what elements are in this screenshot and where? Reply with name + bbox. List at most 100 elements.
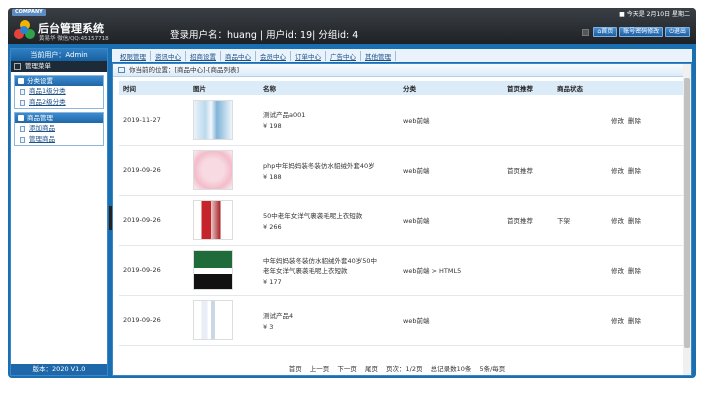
edit-link[interactable]: 修改 [611,117,624,125]
cell-status [553,295,607,346]
product-price: ¥ 177 [263,277,282,286]
delete-link[interactable]: 删除 [628,117,641,125]
col-time: 时间 [119,81,189,95]
nav-item-other[interactable]: 其他管理 [361,50,396,61]
product-thumbnail[interactable] [193,200,233,240]
pager-last[interactable]: 尾页 [365,365,378,373]
edit-link[interactable]: 修改 [611,217,624,225]
page-icon [20,126,25,132]
home-button[interactable]: ⌂首页 [593,27,618,37]
cell-name: 中年妈妈装冬装仿水貂绒外套40岁50中 老年女洋气裹袭毛呢上衣短款 ¥ 177 [259,245,399,296]
menu-icon [14,63,21,70]
cell-time: 2019-11-27 [119,95,189,146]
product-name: 50中老年女洋气裹袭毛呢上衣短款 [263,211,363,220]
sidebar-item-label: 添加商品 [29,124,55,132]
sidebar-item-category-1[interactable]: 商品1级分类 [15,86,103,97]
top-nav: 权限管理 资讯中心 招商设置 商品中心 会员中心 订单中心 广告中心 其他管理 [112,49,692,62]
cell-status: 下架 [553,195,607,246]
folder-icon [18,78,24,84]
cell-actions: 修改 删除 [607,295,687,346]
nav-item-ads[interactable]: 广告中心 [326,50,361,61]
table-row: 2019-09-26 50中老年女洋气裹袭毛呢上衣短款 ¥ 266 web前端 首… [119,195,687,246]
table-header-row: 时间 图片 名称 分类 首页推荐 商品状态 [119,81,687,95]
cell-time: 2019-09-26 [119,295,189,346]
nav-item-merchant[interactable]: 招商设置 [186,50,221,61]
product-name: 测试产品a001 [263,111,306,120]
home-label: 首页 [601,28,614,35]
nav-item-orders[interactable]: 订单中心 [291,50,326,61]
cell-category: web前端 [399,95,503,146]
pager-prev[interactable]: 上一页 [310,365,330,373]
sidebar-item-add-product[interactable]: 添加商品 [15,123,103,134]
cell-name: 50中老年女洋气裹袭毛呢上衣短款 ¥ 266 [259,195,399,246]
group-title: 商品管理 [27,114,53,122]
menu-header: 管理菜单 [11,61,107,72]
app-frame: COMPANY 后台管理系统 黄易华 微信/QQ:45157718 登录用户名：… [8,8,696,378]
delete-link[interactable]: 删除 [628,317,641,325]
cell-actions: 修改 删除 [607,145,687,196]
pager-per-page: 5条/每页 [479,365,506,373]
cell-recommend: 首页推荐 [503,195,553,246]
cell-category: web前端 [399,295,503,346]
sidebar-item-label: 商品1级分类 [29,87,66,95]
pager-next[interactable]: 下一页 [337,365,357,373]
cell-image [189,95,259,146]
logout-button[interactable]: ⏻退出 [665,27,690,37]
company-badge: COMPANY [12,9,46,16]
cell-status [553,245,607,296]
folder-icon [18,115,24,121]
nav-item-news[interactable]: 资讯中心 [151,50,186,61]
delete-link[interactable]: 删除 [628,267,641,275]
change-password-button[interactable]: 账号密码修改 [619,27,664,37]
table-row: 2019-09-26 中年妈妈装冬装仿水貂绒外套40岁50中 老年女洋气裹袭毛呢上… [119,245,687,296]
delete-link[interactable]: 删除 [628,217,641,225]
sidebar-item-category-2[interactable]: 商品2级分类 [15,97,103,108]
product-name-line2: 老年女洋气裹袭毛呢上衣短款 [263,266,348,275]
edit-link[interactable]: 修改 [611,167,624,175]
page-icon [20,89,25,95]
app-author: 黄易华 微信/QQ:45157718 [39,36,109,42]
product-price: ¥ 266 [263,222,282,231]
cell-image [189,195,259,246]
table-row: 2019-11-27 测试产品a001 ¥ 198 web前端 修改 删除 [119,95,687,146]
logout-label: 退出 [673,28,686,35]
delete-link[interactable]: 删除 [628,167,641,175]
pager-page-info: 页次：1/2页 [386,365,423,373]
product-thumbnail[interactable] [193,300,233,340]
cell-recommend [503,245,553,296]
cell-recommend [503,95,553,146]
scrollbar[interactable] [683,64,691,375]
edit-link[interactable]: 修改 [611,267,624,275]
nav-item-members[interactable]: 会员中心 [256,50,291,61]
header: COMPANY 后台管理系统 黄易华 微信/QQ:45157718 登录用户名：… [8,8,696,46]
product-thumbnail[interactable] [193,99,233,140]
cell-image [189,295,259,346]
col-image: 图片 [189,81,259,95]
nav-item-products[interactable]: 商品中心 [221,50,256,61]
fullscreen-icon[interactable] [582,28,590,36]
page-icon [20,100,25,106]
scrollbar-thumb[interactable] [684,78,690,348]
pager-first[interactable]: 首页 [289,365,302,373]
edit-link[interactable]: 修改 [611,317,624,325]
cell-category: web前端 > HTML5 [399,245,503,296]
date-text: 今天是 2月10日 星期二 [626,11,690,18]
sidebar-item-manage-products[interactable]: 管理商品 [15,134,103,145]
cell-name: 测试产品4 ¥ 3 [259,295,399,346]
page-icon [20,137,25,143]
product-thumbnail[interactable] [193,250,233,290]
product-thumbnail[interactable] [193,150,233,190]
nav-item-permissions[interactable]: 权限管理 [116,50,151,61]
sidebar-group-header[interactable]: 商品管理 [15,113,103,123]
group-title: 分类设置 [27,77,53,85]
col-status: 商品状态 [553,81,607,95]
cell-actions: 修改 删除 [607,95,687,146]
menu-title: 管理菜单 [25,62,51,70]
cell-recommend [503,295,553,346]
sidebar-group-header[interactable]: 分类设置 [15,76,103,86]
product-table: 时间 图片 名称 分类 首页推荐 商品状态 2019-11-27 测试产品a00… [119,81,687,346]
cell-status [553,95,607,146]
sidebar-group-category: 分类设置 商品1级分类 商品2级分类 [14,75,104,109]
breadcrumb-text: 你当前的位置：[商品中心]-[商品列表] [129,66,239,74]
cell-status [553,145,607,196]
